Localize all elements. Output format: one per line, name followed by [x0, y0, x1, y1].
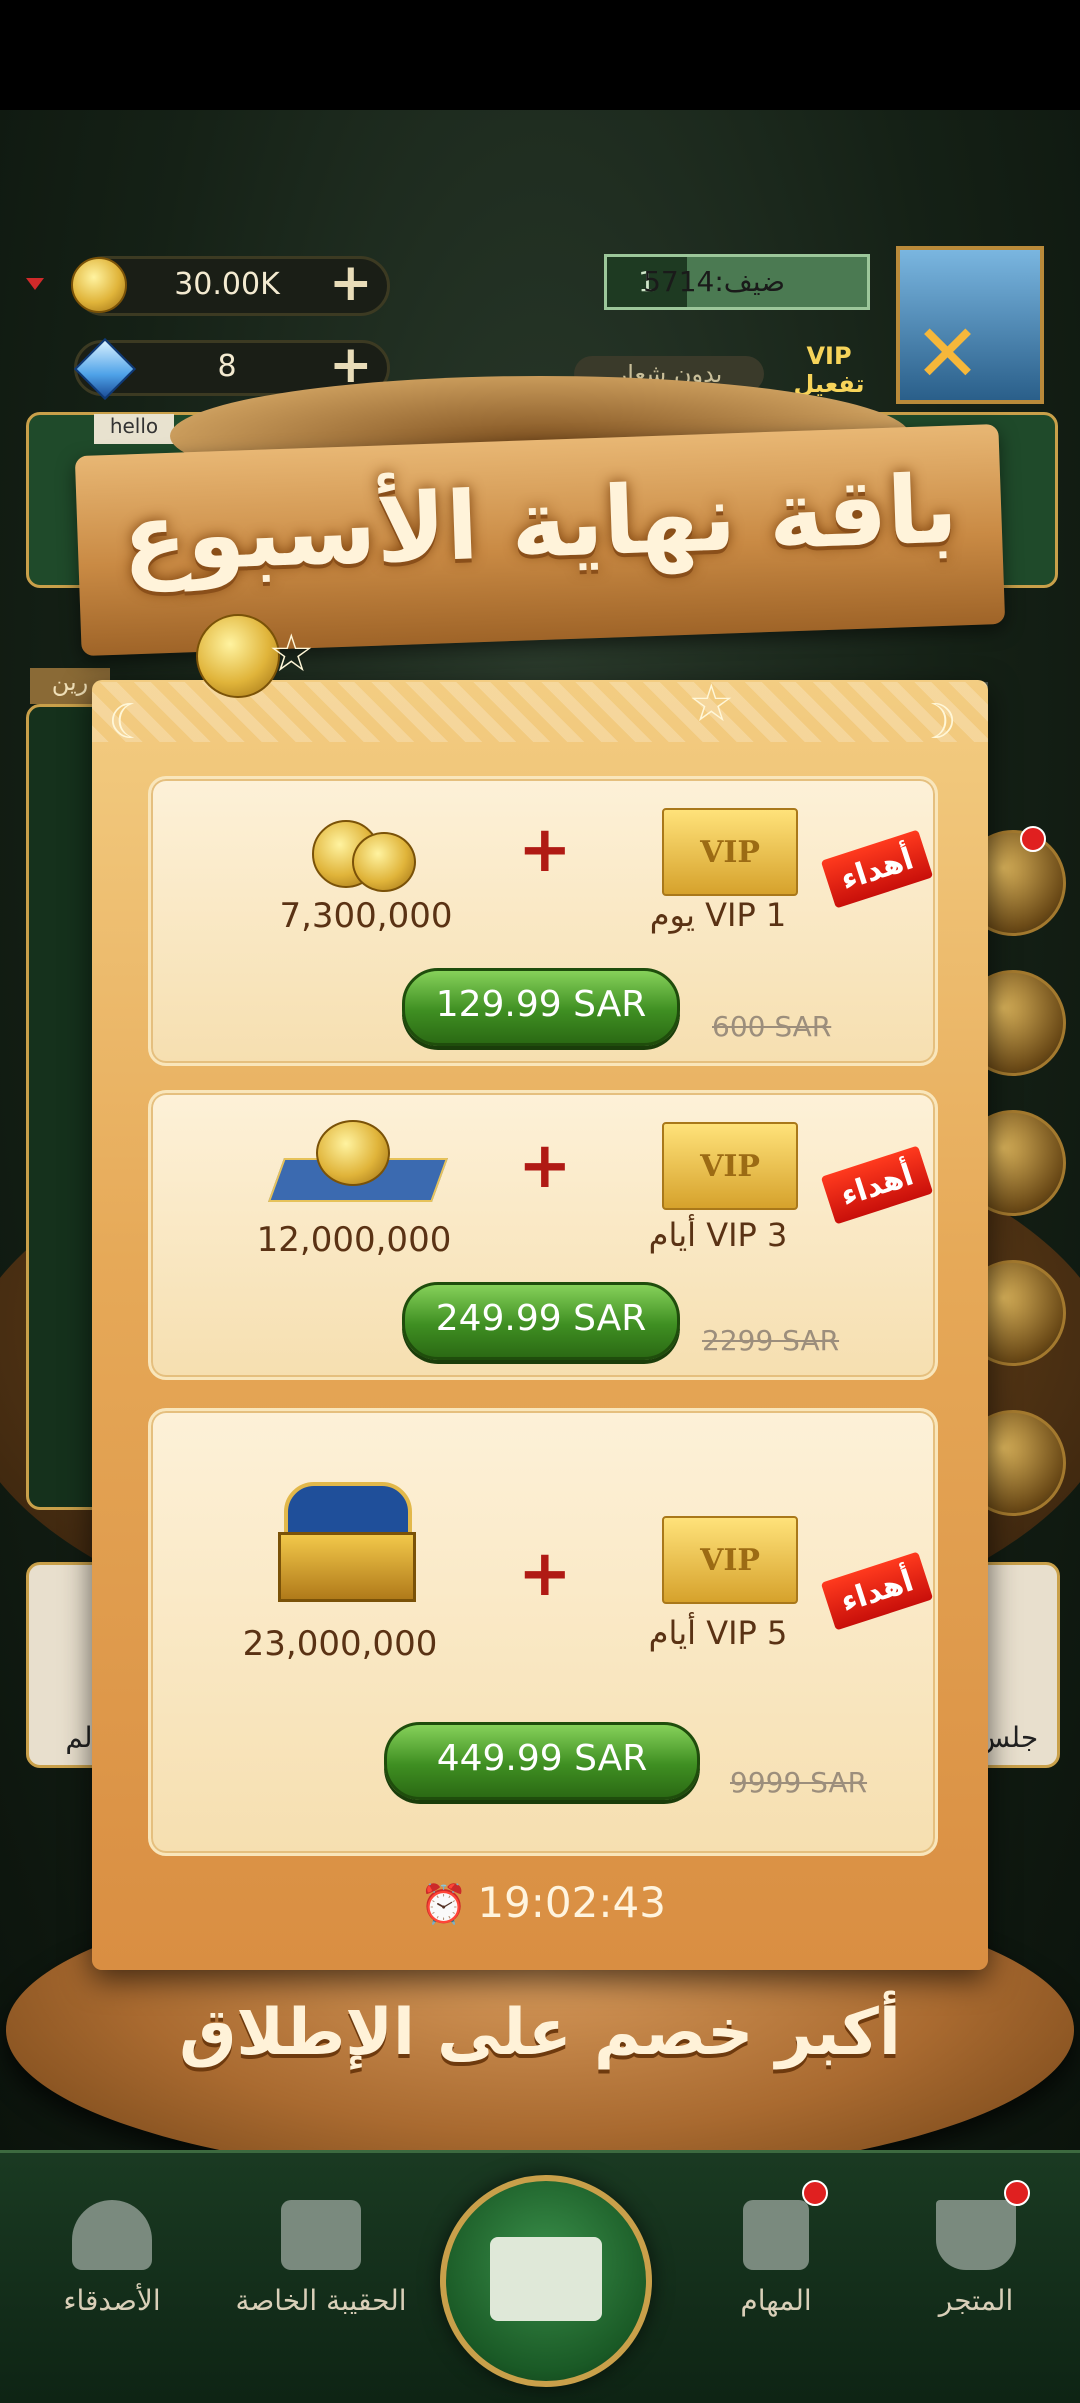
- player-id-box: 1 ضيف:5714: [604, 254, 870, 310]
- buy-button-1[interactable]: 129.99 SAR: [402, 968, 680, 1046]
- alarm-clock-icon: ⏰: [420, 1882, 468, 1926]
- bg-notification-dot: [1020, 826, 1046, 852]
- vip-card-text: VIP: [700, 1148, 760, 1184]
- chest-body: [278, 1532, 416, 1602]
- vip-duration-1: 1 VIP يوم: [649, 896, 787, 934]
- center-shop-button[interactable]: [440, 2175, 652, 2387]
- vip-card-icon: VIP: [662, 1516, 798, 1604]
- coin-amount-1: 7,300,000: [279, 896, 453, 936]
- vip-card-text: VIP: [700, 834, 760, 870]
- star-icon: ☆: [268, 624, 315, 684]
- clipboard-icon: [743, 2200, 809, 2270]
- moon-icon: ☾: [108, 694, 152, 750]
- countdown: ⏰ 19:02:43: [420, 1878, 670, 1928]
- moon-icon: ☽: [914, 694, 958, 750]
- coin-amount-3: 23,000,000: [242, 1624, 438, 1664]
- gold-coins-icon: [312, 812, 422, 892]
- notification-dot: [1004, 2180, 1030, 2206]
- coin-carpet-icon: [267, 1114, 449, 1210]
- vip-activate-badge[interactable]: VIP تفعيل: [788, 342, 870, 398]
- old-price-2: 2299 SAR: [702, 1324, 840, 1357]
- nav-shop[interactable]: المتجر: [876, 2180, 1076, 2317]
- plus-icon: +: [518, 1129, 572, 1203]
- nav-tasks[interactable]: المهام: [676, 2180, 876, 2317]
- notification-dot: [802, 2180, 828, 2206]
- old-price-3: 9999 SAR: [730, 1766, 868, 1799]
- coin-icon: [316, 1120, 390, 1186]
- shopping-cart-icon: [936, 2200, 1016, 2270]
- nav-friends-label: الأصدقاء: [63, 2284, 161, 2317]
- status-bar: [0, 0, 1080, 110]
- coin-amount: 30.00K: [174, 267, 280, 302]
- vip-card-text: VIP: [700, 1542, 760, 1578]
- nav-bag[interactable]: الحقيبة الخاصة: [218, 2200, 424, 2317]
- buy-button-3[interactable]: 449.99 SAR: [384, 1722, 700, 1800]
- plus-icon: +: [518, 813, 572, 887]
- storefront-icon: [490, 2237, 602, 2321]
- vip-card-icon: VIP: [662, 808, 798, 896]
- add-coins-button[interactable]: +: [329, 253, 373, 313]
- coin-amount-2: 12,000,000: [256, 1220, 452, 1260]
- plus-icon: +: [518, 1537, 572, 1611]
- star-icon: ☆: [688, 674, 735, 734]
- discount-slogan: أكبر خصم على الإطلاق: [179, 1996, 901, 2070]
- buy-button-2[interactable]: 249.99 SAR: [402, 1282, 680, 1360]
- nav-shop-label: المتجر: [938, 2284, 1014, 2317]
- vip-card-icon: VIP: [662, 1122, 798, 1210]
- coin-icon: [71, 257, 127, 313]
- crossed-swords-icon: ✕: [914, 307, 982, 400]
- gem-amount: 8: [217, 349, 237, 384]
- nav-tasks-label: المهام: [740, 2284, 812, 2317]
- friends-icon: [72, 2200, 152, 2270]
- briefcase-icon: [281, 2200, 361, 2270]
- nav-friends[interactable]: الأصدقاء: [12, 2200, 212, 2317]
- vip-duration-2: 3 VIP أيام: [648, 1216, 788, 1254]
- hello-tag: hello: [94, 414, 174, 444]
- countdown-time: 19:02:43: [477, 1878, 666, 1927]
- player-avatar[interactable]: ✕: [896, 246, 1044, 404]
- vip-duration-3: 5 VIP أيام: [648, 1614, 788, 1652]
- old-price-1: 600 SAR: [712, 1010, 832, 1043]
- guest-label: ضيف:5714: [643, 265, 785, 298]
- nav-bag-label: الحقيبة الخاصة: [235, 2284, 407, 2317]
- coin-balance: 30.00K +: [71, 253, 390, 316]
- coin-icon: [352, 832, 416, 892]
- treasure-chest-icon: [264, 1482, 424, 1612]
- dropdown-arrow-icon[interactable]: [26, 278, 44, 290]
